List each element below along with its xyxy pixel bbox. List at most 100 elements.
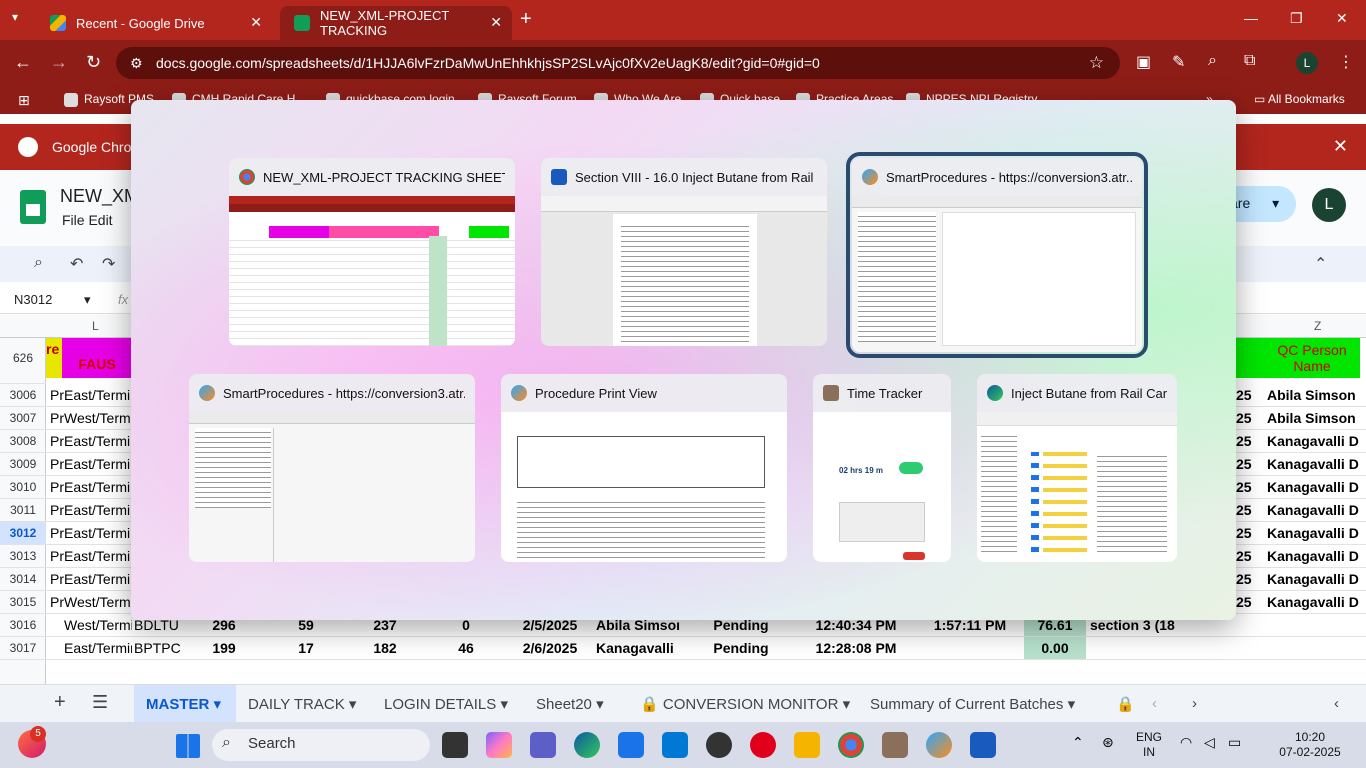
row-header[interactable]: 3009 [0, 453, 46, 476]
new-tab-icon[interactable]: + [520, 8, 532, 31]
cell-location[interactable]: East/Termin [64, 476, 132, 499]
cell[interactable]: Pr [50, 545, 64, 568]
maximize-icon[interactable]: ❐ [1290, 10, 1303, 27]
window-card-time-tracker[interactable]: Time Tracker 02 hrs 19 m [813, 374, 951, 562]
back-icon[interactable]: ← [14, 52, 32, 73]
cell[interactable]: 25 [1236, 407, 1262, 430]
cell-location[interactable]: West/Termi [64, 407, 132, 430]
row-header[interactable]: 3011 [0, 499, 46, 522]
cell-qc-person[interactable]: Kanagavalli D [1267, 430, 1363, 453]
reload-icon[interactable]: ↻ [86, 52, 101, 73]
row-header[interactable]: 3014 [0, 568, 46, 591]
row-header[interactable]: 3008 [0, 430, 46, 453]
edge-icon[interactable] [574, 732, 600, 758]
extension-icon[interactable]: ▣ [1136, 52, 1151, 72]
window-card-procedure-print-view[interactable]: Procedure Print View [501, 374, 787, 562]
sheet-tab-conversion-monitor[interactable]: 🔒 CONVERSION MONITOR ▾ [640, 695, 850, 713]
wifi-icon[interactable]: ◠ [1180, 734, 1192, 751]
volume-icon[interactable]: ◁ [1204, 734, 1215, 751]
name-box[interactable]: N3012 ▾ [14, 292, 90, 308]
zoom-icon[interactable]: ⌕ [1208, 52, 1217, 70]
cell-qc-person[interactable]: Kanagavalli D [1267, 568, 1363, 591]
row-header[interactable]: 3015 [0, 591, 46, 614]
cell-qc-person[interactable]: Kanagavalli D [1267, 591, 1363, 614]
row-header[interactable]: 3010 [0, 476, 46, 499]
row-header[interactable]: 3013 [0, 545, 46, 568]
search-menus-icon[interactable]: ⌕ [34, 254, 43, 272]
collapse-side-panel-icon[interactable]: ‹ [1334, 695, 1339, 712]
site-info-icon[interactable]: ⚙ [130, 55, 143, 72]
sheet-tab-master[interactable]: MASTER ▾ [146, 695, 221, 713]
puzzle-icon[interactable]: ⧉ [1244, 52, 1255, 70]
cell-location[interactable]: East/Termin [64, 568, 132, 591]
cell[interactable]: 46 [428, 637, 504, 660]
row-header[interactable]: 3007 [0, 407, 46, 430]
dell-icon[interactable] [706, 732, 732, 758]
language-indicator[interactable]: ENG IN [1136, 730, 1162, 760]
cell-location[interactable]: East/Termin [64, 453, 132, 476]
opera-icon[interactable] [750, 732, 776, 758]
windows-start-icon[interactable] [176, 734, 200, 758]
power-automate-icon[interactable] [662, 732, 688, 758]
row-header[interactable]: 3006 [0, 384, 46, 407]
row-header[interactable]: 626 [0, 338, 46, 384]
show-hidden-icons-icon[interactable]: ⌃ [1072, 734, 1084, 751]
forward-icon[interactable]: → [50, 52, 68, 73]
cell[interactable]: Kanagavalli [596, 637, 700, 660]
column-header[interactable]: Z [1314, 319, 1321, 333]
cell[interactable] [920, 637, 1020, 660]
close-tab-icon[interactable]: ✕ [250, 14, 262, 31]
cell[interactable]: Pr [50, 522, 64, 545]
scroll-left-icon[interactable]: ‹ [1152, 695, 1157, 712]
cell[interactable]: Pr [50, 384, 64, 407]
tab-project-tracking[interactable]: NEW_XML-PROJECT TRACKING ✕ [280, 6, 512, 40]
cell[interactable]: 2/6/2025 [508, 637, 592, 660]
cell[interactable]: 25 [1236, 591, 1262, 614]
close-tab-icon[interactable]: ✕ [490, 14, 502, 31]
cell-location[interactable]: East/Termin [64, 430, 132, 453]
cell[interactable]: Pending [704, 637, 792, 660]
cell[interactable] [1090, 637, 1180, 660]
window-card-inject-butane[interactable]: Inject Butane from Rail Car... [977, 374, 1177, 562]
cell-location[interactable]: East/Termin [64, 545, 132, 568]
time-tracker-icon[interactable] [882, 732, 908, 758]
row-header[interactable]: 3012 [0, 522, 46, 545]
cell[interactable]: 25 [1236, 384, 1262, 407]
battery-icon[interactable]: ▭ [1228, 734, 1241, 751]
window-card-tracking-sheet[interactable]: NEW_XML-PROJECT TRACKING SHEET-202... [229, 158, 515, 346]
copilot-icon[interactable] [486, 732, 512, 758]
cell[interactable]: BPTPC [134, 637, 184, 660]
cell[interactable]: 25 [1236, 568, 1262, 591]
cell[interactable]: 25 [1236, 545, 1262, 568]
cell[interactable]: 25 [1236, 476, 1262, 499]
column-header[interactable]: L [92, 319, 99, 333]
cell[interactable]: Pr [50, 568, 64, 591]
google-sheets-logo-icon[interactable] [20, 190, 46, 224]
cell-qc-person[interactable]: Kanagavalli D [1267, 453, 1363, 476]
cell-qc-person[interactable]: Abila Simson [1267, 407, 1363, 430]
cell-qc-person[interactable]: Kanagavalli D [1267, 476, 1363, 499]
cell[interactable]: East/Termir [64, 637, 132, 660]
address-bar[interactable]: ⚙ docs.google.com/spreadsheets/d/1HJJA6l… [116, 47, 1120, 79]
cell-qc-person[interactable]: Abila Simson [1267, 384, 1363, 407]
taskbar-search[interactable]: ⌕ Search [212, 729, 430, 761]
bookmark-star-icon[interactable]: ☆ [1089, 53, 1104, 73]
cell[interactable]: Pr [50, 591, 64, 614]
redo-icon[interactable]: ↷ [102, 254, 115, 274]
all-sheets-icon[interactable]: ☰ [92, 692, 108, 713]
pen-icon[interactable]: ✎ [1172, 52, 1185, 72]
cell[interactable]: Pr [50, 407, 64, 430]
teams-icon[interactable] [530, 732, 556, 758]
add-sheet-icon[interactable]: + [54, 691, 66, 714]
cell[interactable]: 17 [270, 637, 342, 660]
cell[interactable]: 25 [1236, 430, 1262, 453]
cell-qc-person[interactable]: Kanagavalli D [1267, 499, 1363, 522]
task-view-icon[interactable] [442, 732, 468, 758]
window-card-word-doc[interactable]: Section VIII - 16.0 Inject Butane from R… [541, 158, 827, 346]
sheet-tab-daily-track[interactable]: DAILY TRACK ▾ [248, 695, 356, 713]
sheet-tab-sheet20[interactable]: Sheet20 ▾ [536, 695, 604, 713]
account-avatar[interactable]: L [1312, 188, 1346, 222]
window-card-smartprocedures-selected[interactable]: SmartProcedures - https://conversion3.at… [846, 152, 1148, 358]
all-bookmarks-button[interactable]: ▭ All Bookmarks [1254, 92, 1345, 106]
cell-qc-person[interactable]: Kanagavalli D [1267, 522, 1363, 545]
